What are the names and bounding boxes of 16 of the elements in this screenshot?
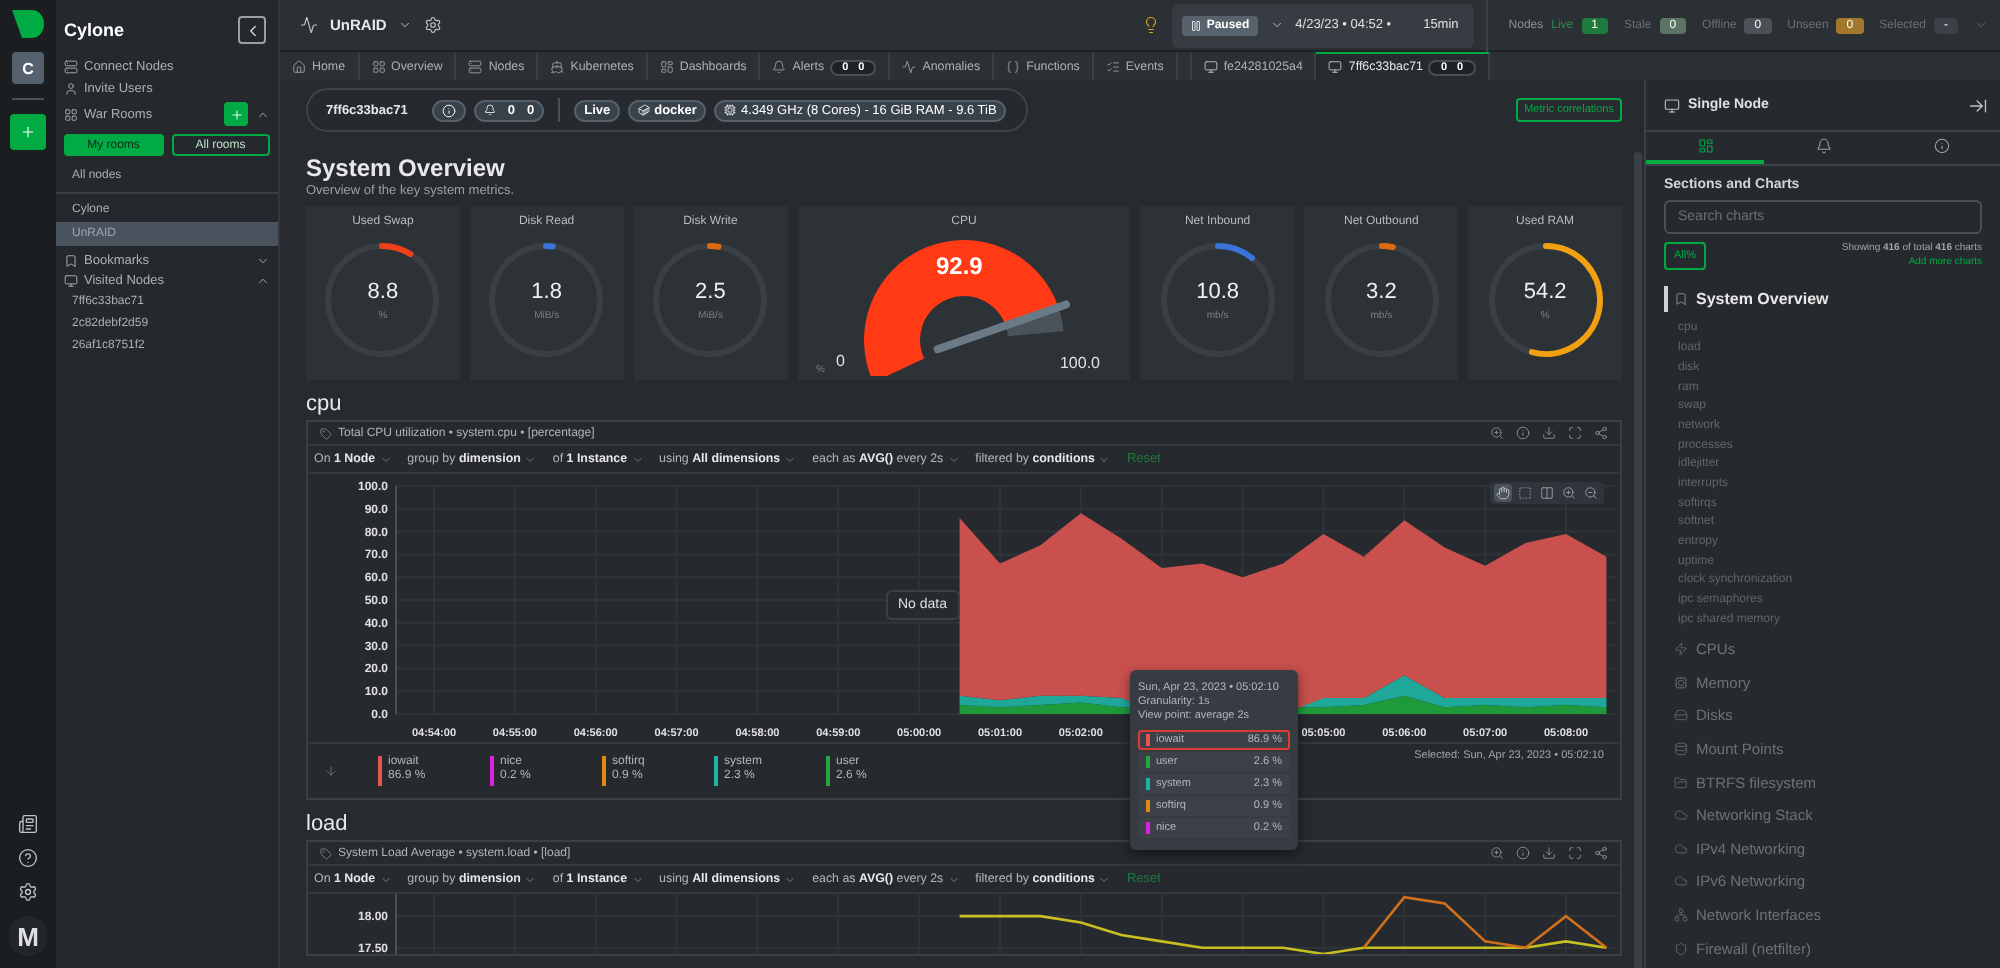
gauge-value: 3.2 <box>1366 279 1397 303</box>
section-heading: load <box>306 812 348 836</box>
gauge-value: 2.5 <box>695 279 726 303</box>
page-title: System Overview <box>306 154 505 182</box>
section-item[interactable]: System Overview <box>1664 286 1982 312</box>
gauge-value: 8.8 <box>367 279 399 303</box>
gauge-min: 0 <box>835 352 845 370</box>
gauge-value: 92.9 <box>935 252 983 280</box>
space-title: Cylone <box>64 20 125 40</box>
gauge-value: 1.8 <box>531 279 562 303</box>
gauge-value: 54.2 <box>1523 279 1567 303</box>
gauge-max: 100.0 <box>1059 354 1101 372</box>
workspace-avatar[interactable]: C <box>12 52 44 84</box>
section-heading: cpu <box>306 392 342 416</box>
user-avatar[interactable]: M <box>8 916 48 956</box>
gauge-value: 10.8 <box>1196 279 1239 303</box>
